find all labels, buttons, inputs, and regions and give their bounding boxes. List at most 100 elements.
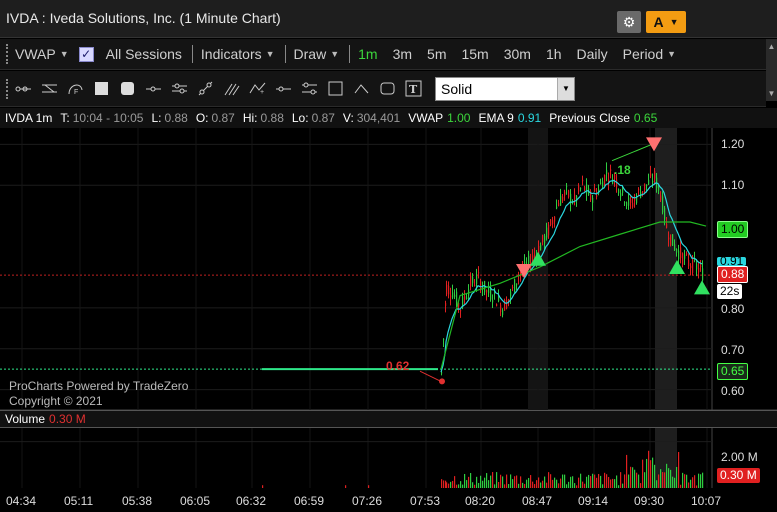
timeframe-3m[interactable]: 3m	[393, 46, 412, 62]
horizontal-line-icon[interactable]	[145, 80, 162, 97]
volume-bar	[510, 474, 512, 488]
grip-handle[interactable]	[6, 78, 9, 99]
channel-icon[interactable]	[171, 80, 188, 97]
candle-body	[580, 188, 582, 190]
rounded-rect-icon[interactable]	[379, 80, 396, 97]
timeframe-5m[interactable]: 5m	[427, 46, 446, 62]
svg-text:F: F	[74, 89, 78, 96]
volume-bar	[506, 474, 508, 488]
grip-handle[interactable]	[6, 44, 9, 64]
symbol-label: IVDA 1m	[5, 111, 53, 125]
candle-body	[584, 186, 586, 191]
volume-bar	[616, 475, 618, 488]
volume-bar	[454, 476, 456, 488]
candle-body	[668, 237, 670, 240]
volume-bar	[652, 457, 654, 488]
volume-bar	[702, 472, 704, 488]
volume-bar	[562, 474, 564, 488]
candle-body	[450, 295, 452, 298]
chevron-down-icon[interactable]: ▼	[557, 77, 574, 100]
candle-body	[496, 304, 498, 307]
candle-body	[650, 173, 652, 177]
volume-bar	[522, 482, 524, 488]
candle-body	[666, 223, 668, 228]
plus-line-icon[interactable]	[275, 80, 292, 97]
volume-bar	[660, 469, 662, 488]
candle-body	[680, 247, 682, 258]
period-dropdown[interactable]: Period ▼	[623, 46, 676, 62]
candle-body	[546, 227, 548, 238]
volume-bar	[680, 484, 682, 488]
ray-icon[interactable]	[15, 80, 32, 97]
line-style-select[interactable]: Solid ▼	[435, 76, 575, 101]
draw-dropdown[interactable]: Draw ▼	[294, 46, 340, 62]
text-tool-icon[interactable]: T	[405, 80, 422, 97]
all-sessions-label: All Sessions	[105, 46, 182, 62]
candle-body	[568, 190, 570, 197]
x-tick: 05:38	[122, 494, 153, 508]
volume-bar	[646, 458, 648, 488]
candle-body	[566, 186, 568, 188]
volume-bar	[532, 481, 534, 488]
account-button[interactable]: A ▼	[646, 11, 686, 33]
divider	[349, 45, 351, 63]
svg-text:T: T	[409, 83, 418, 96]
volume-bar	[656, 480, 658, 488]
volume-bar	[598, 473, 600, 488]
toolbar-scroll[interactable]: ▲ ▼	[766, 39, 777, 101]
volume-bar	[542, 480, 544, 488]
high-annotation: .18	[614, 163, 631, 177]
volume-bar	[696, 485, 698, 488]
candle-body	[610, 169, 612, 171]
rounded-square-icon[interactable]	[119, 80, 136, 97]
timeframe-1h[interactable]: 1h	[546, 46, 562, 62]
volume-bar	[456, 484, 458, 488]
filled-square-icon[interactable]	[93, 80, 110, 97]
x-tick: 10:07	[691, 494, 722, 508]
volume-bar	[644, 472, 646, 488]
candle-body	[648, 179, 650, 185]
pitchfork-icon[interactable]	[223, 80, 240, 97]
chevron-up-icon[interactable]: ▲	[768, 42, 776, 51]
x-tick: 09:30	[634, 494, 665, 508]
volume-bar	[668, 468, 670, 488]
volume-bar	[486, 473, 488, 488]
volume-bar	[678, 452, 680, 488]
chart-canvas[interactable]	[0, 128, 777, 512]
timeframe-30m[interactable]: 30m	[504, 46, 531, 62]
account-label: A	[653, 14, 664, 30]
volume-bar	[502, 476, 504, 488]
low-marker-line	[419, 370, 442, 382]
regression-icon[interactable]	[327, 80, 344, 97]
timeframe-daily[interactable]: Daily	[577, 46, 608, 62]
price-chart[interactable]	[0, 128, 777, 512]
volume-bar	[540, 482, 542, 488]
chevron-down-icon[interactable]: ▼	[768, 89, 776, 98]
parallel-channel-icon[interactable]	[41, 80, 58, 97]
timeframe-15m[interactable]: 15m	[461, 46, 488, 62]
candle-body	[604, 175, 606, 184]
volume-bar	[556, 479, 558, 488]
vwap-dropdown[interactable]: VWAP ▼	[15, 46, 69, 62]
volume-bar	[648, 450, 650, 488]
caret-down-icon: ▼	[265, 49, 275, 59]
candle-body	[446, 284, 448, 295]
polyline-icon[interactable]: +	[249, 80, 266, 97]
x-tick: 08:47	[522, 494, 553, 508]
draw-label: Draw	[293, 46, 327, 62]
all-sessions-checkbox[interactable]: ✓	[78, 46, 94, 62]
arc-icon[interactable]	[353, 80, 370, 97]
candle-body	[542, 234, 544, 243]
horizontal-ray-icon[interactable]	[301, 80, 318, 97]
candle-body	[558, 203, 560, 207]
settings-button[interactable]: ⚙	[617, 11, 641, 33]
timeframe-1m[interactable]: 1m	[358, 46, 377, 62]
y-tick: 0.80	[721, 302, 745, 316]
candle-body	[544, 235, 546, 244]
indicators-dropdown[interactable]: Indicators ▼	[201, 46, 275, 62]
trend-line-icon[interactable]	[197, 80, 214, 97]
fibonacci-icon[interactable]: F	[67, 80, 84, 97]
candle-body	[443, 338, 445, 340]
volume-bar	[482, 480, 484, 488]
volume-bar	[688, 482, 690, 488]
